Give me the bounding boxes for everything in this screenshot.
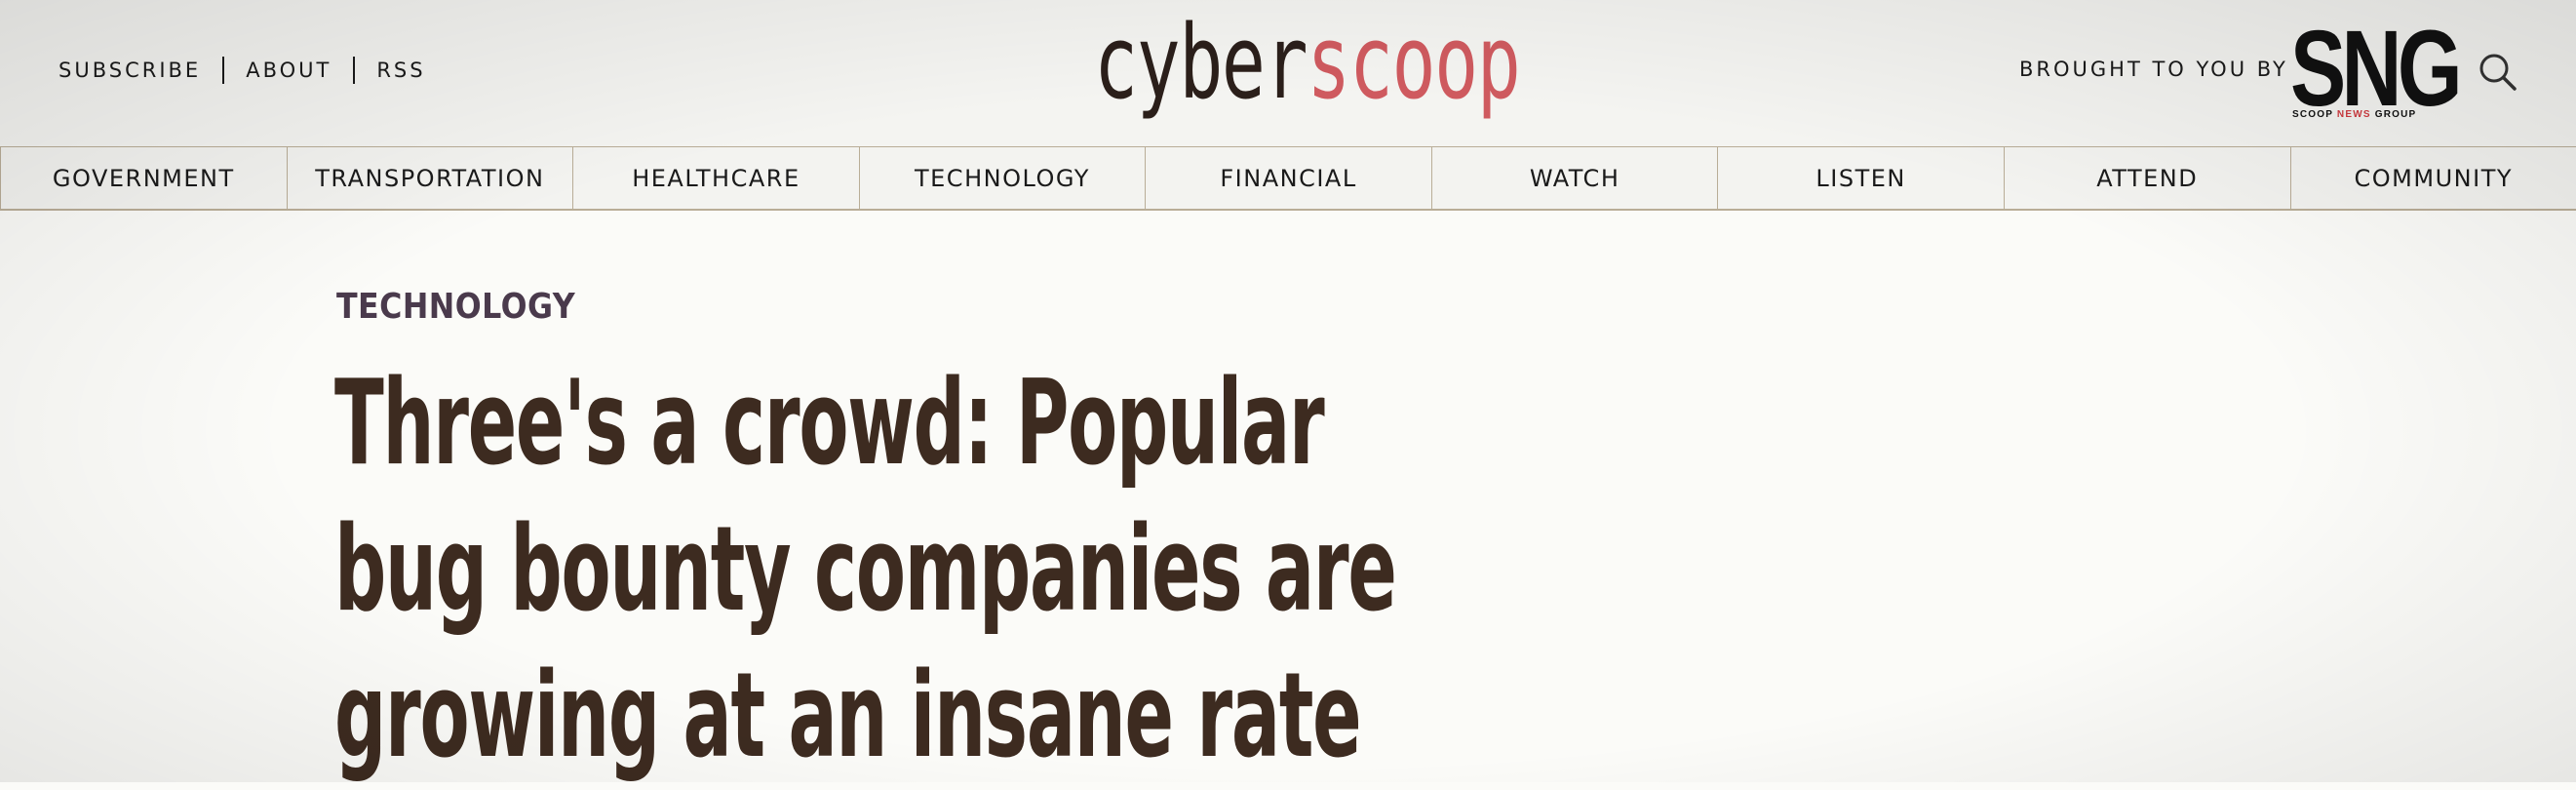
nav-item-government[interactable]: GOVERNMENT	[0, 147, 288, 209]
nav-item-listen[interactable]: LISTEN	[1718, 147, 2005, 209]
sng-logo-mark: SNG	[2290, 16, 2458, 123]
nav-item-technology[interactable]: TECHNOLOGY	[860, 147, 1147, 209]
sng-logo[interactable]: SNG SCOOP NEWS GROUP	[2290, 16, 2411, 125]
nav-item-attend[interactable]: ATTEND	[2005, 147, 2291, 209]
site-header: SUBSCRIBE ABOUT RSS cyberscoop BROUGHT T…	[0, 0, 2576, 146]
article-headline: Three's a crowd: Popular bug bounty comp…	[334, 351, 1495, 790]
nav-item-transportation[interactable]: TRANSPORTATION	[288, 147, 574, 209]
nav-item-community[interactable]: COMMUNITY	[2291, 147, 2576, 209]
main-nav: GOVERNMENT TRANSPORTATION HEALTHCARE TEC…	[0, 146, 2576, 211]
sng-logo-subtitle: SCOOP NEWS GROUP	[2292, 109, 2416, 120]
utility-divider	[222, 57, 224, 84]
search-icon	[2477, 51, 2519, 94]
sponsor-label: BROUGHT TO YOU BY	[2019, 58, 2288, 81]
utility-links: SUBSCRIBE ABOUT RSS	[59, 57, 426, 84]
logo-part-cyber: cyber	[1094, 3, 1307, 122]
utility-divider	[353, 57, 355, 84]
sng-sub-news: NEWS	[2337, 109, 2371, 120]
subscribe-link[interactable]: SUBSCRIBE	[59, 59, 201, 82]
nav-item-financial[interactable]: FINANCIAL	[1146, 147, 1432, 209]
logo-part-scoop: scoop	[1307, 3, 1519, 122]
rss-link[interactable]: RSS	[376, 59, 425, 82]
site-logo[interactable]: cyberscoop	[1094, 12, 1519, 113]
sng-sub-group: GROUP	[2375, 109, 2417, 120]
article-category[interactable]: TECHNOLOGY	[336, 287, 575, 327]
nav-item-watch[interactable]: WATCH	[1432, 147, 1719, 209]
about-link[interactable]: ABOUT	[246, 59, 332, 82]
nav-item-healthcare[interactable]: HEALTHCARE	[573, 147, 860, 209]
sng-sub-scoop: SCOOP	[2292, 109, 2333, 120]
search-button[interactable]	[2477, 51, 2519, 94]
